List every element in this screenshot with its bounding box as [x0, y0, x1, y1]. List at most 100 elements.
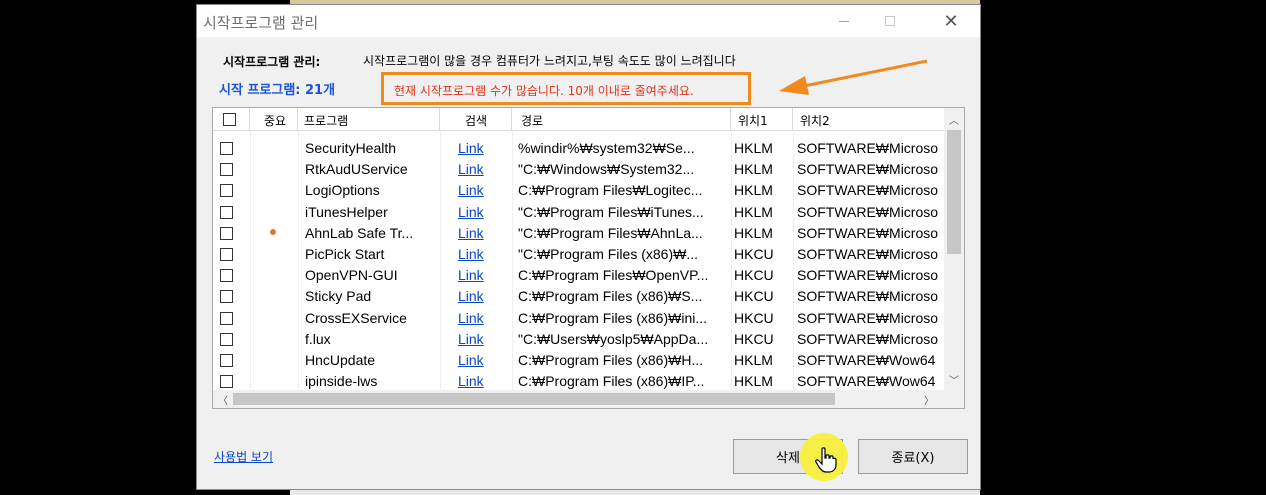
- program-path: C:₩Program Files (x86)₩ini...: [518, 309, 708, 326]
- table-row[interactable]: PicPick Start Link "C:₩Program Files (x86)…: [213, 244, 944, 265]
- search-link[interactable]: Link: [458, 138, 508, 159]
- table-row[interactable]: SecurityHealth Link %windir%₩system32₩Se..…: [213, 138, 944, 159]
- row-checkbox[interactable]: [220, 332, 233, 346]
- table-row[interactable]: f.lux Link "C:₩Users₩yoslp5₩AppDa... HKCU SO…: [213, 329, 944, 350]
- table-row[interactable]: CrossEXService Link C:₩Program Files (x86)…: [213, 308, 944, 329]
- table-row[interactable]: Sticky Pad Link C:₩Program Files (x86)₩S..…: [213, 286, 944, 307]
- location2: SOFTWARE₩Microso: [797, 288, 939, 305]
- table-row[interactable]: iTunesHelper Link "C:₩Program Files₩iTunes…: [213, 202, 944, 223]
- col-header-location1[interactable]: 위치1: [731, 108, 793, 131]
- location1: HKLM: [734, 203, 773, 220]
- location1: HKCU: [734, 288, 774, 305]
- row-checkbox[interactable]: [220, 142, 233, 155]
- location2: SOFTWARE₩Microso: [797, 161, 939, 178]
- program-path: C:₩Program Files (x86)₩IP...: [518, 373, 705, 390]
- program-name: HncUpdate: [305, 352, 376, 368]
- howto-link[interactable]: 사용법 보기: [214, 448, 273, 465]
- search-link[interactable]: Link: [458, 265, 508, 286]
- minimize-icon: [839, 20, 849, 22]
- location1: HKLM: [734, 224, 773, 241]
- col-header-path[interactable]: 경로: [512, 108, 731, 131]
- col-header-important[interactable]: 중요: [250, 108, 298, 131]
- startup-table: 중요 프로그램 검색 경로 위치1 위치2 SecurityHealth Link…: [212, 107, 965, 409]
- row-checkbox[interactable]: [220, 290, 233, 304]
- arrow-annotation-icon: [779, 59, 928, 95]
- minimize-button[interactable]: [821, 5, 867, 37]
- close-icon: ✕: [943, 10, 959, 32]
- location2: SOFTWARE₩Microso: [797, 267, 939, 284]
- program-name: SecurityHealth: [305, 140, 397, 156]
- warning-box: 현재 시작프로그램 수가 많습니다. 10개 이내로 줄여주세요.: [381, 72, 751, 105]
- row-checkbox[interactable]: [220, 311, 233, 325]
- location2: SOFTWARE₩Microso: [797, 140, 939, 156]
- search-link[interactable]: Link: [458, 350, 508, 371]
- table-row[interactable]: RtkAudUService Link "C:₩Windows₩System32..…: [213, 159, 944, 180]
- program-name: OpenVPN-GUI: [305, 267, 398, 284]
- location1: HKLM: [734, 352, 773, 368]
- location2: SOFTWARE₩Microso: [797, 182, 939, 199]
- location1: HKCU: [734, 330, 774, 347]
- horizontal-scroll-thumb[interactable]: [233, 393, 835, 405]
- scroll-up-icon[interactable]: ︿: [944, 110, 964, 128]
- location1: HKLM: [734, 182, 773, 199]
- location2: SOFTWARE₩Microso: [797, 224, 939, 241]
- maximize-button[interactable]: [867, 5, 913, 37]
- search-link[interactable]: Link: [458, 180, 508, 201]
- program-path: "C:₩Program Files₩AhnLa...: [518, 224, 703, 241]
- scroll-left-icon[interactable]: 〈: [213, 390, 233, 408]
- window-title: 시작프로그램 관리: [203, 14, 319, 32]
- table-header: 중요 프로그램 검색 경로 위치1 위치2: [213, 108, 944, 131]
- col-header-select[interactable]: [213, 108, 250, 131]
- location2: SOFTWARE₩Wow64: [797, 352, 936, 368]
- maximize-icon: [885, 16, 895, 26]
- search-link[interactable]: Link: [458, 244, 508, 265]
- table-row[interactable]: AhnLab Safe Tr... Link "C:₩Program Files₩A…: [213, 223, 944, 244]
- scroll-down-icon[interactable]: ﹀: [944, 370, 964, 388]
- program-path: "C:₩Windows₩System32...: [518, 161, 695, 178]
- startup-count: 시작 프로그램: 21개: [219, 83, 336, 98]
- row-checkbox[interactable]: [220, 184, 233, 198]
- scrollbar-corner: [944, 390, 964, 408]
- program-path: C:₩Program Files₩OpenVP...: [518, 267, 709, 284]
- location2: SOFTWARE₩Microso: [797, 246, 939, 262]
- program-path: C:₩Program Files₩Logitec...: [518, 182, 703, 199]
- row-checkbox[interactable]: [220, 163, 233, 177]
- vertical-scroll-thumb[interactable]: [947, 130, 961, 254]
- close-button[interactable]: ✕: [928, 5, 974, 37]
- location2: SOFTWARE₩Microso: [797, 309, 939, 326]
- col-header-search[interactable]: 검색: [440, 108, 512, 131]
- row-checkbox[interactable]: [220, 269, 233, 283]
- col-header-location2[interactable]: 위치2: [793, 108, 944, 131]
- location1: HKLM: [734, 140, 773, 156]
- search-link[interactable]: Link: [458, 202, 508, 223]
- row-checkbox[interactable]: [220, 248, 233, 261]
- program-path: C:₩Program Files (x86)₩S...: [518, 288, 703, 305]
- row-checkbox[interactable]: [220, 205, 233, 219]
- program-name: AhnLab Safe Tr...: [305, 224, 414, 241]
- search-link[interactable]: Link: [458, 159, 508, 180]
- table-row[interactable]: HncUpdate Link C:₩Program Files (x86)₩H...…: [213, 350, 944, 371]
- select-all-checkbox[interactable]: [223, 113, 236, 126]
- col-header-program[interactable]: 프로그램: [298, 108, 440, 131]
- row-checkbox[interactable]: [220, 375, 233, 389]
- search-link[interactable]: Link: [458, 329, 508, 350]
- table-row[interactable]: OpenVPN-GUI Link C:₩Program Files₩OpenVP..…: [213, 265, 944, 286]
- row-checkbox[interactable]: [220, 354, 233, 367]
- search-link[interactable]: Link: [458, 223, 508, 244]
- header-label: 시작프로그램 관리:: [223, 55, 321, 69]
- exit-button[interactable]: 종료(X): [858, 439, 968, 474]
- program-path: C:₩Program Files (x86)₩H...: [518, 352, 704, 368]
- program-name: LogiOptions: [305, 182, 380, 199]
- vertical-scrollbar[interactable]: ︿ ﹀: [944, 108, 964, 390]
- row-checkbox[interactable]: [220, 226, 233, 240]
- table-row[interactable]: ipinside-lws Link C:₩Program Files (x86)₩I…: [213, 371, 944, 390]
- table-row[interactable]: LogiOptions Link C:₩Program Files₩Logitec.…: [213, 180, 944, 201]
- scroll-right-icon[interactable]: 〉: [919, 390, 939, 408]
- search-link[interactable]: Link: [458, 286, 508, 307]
- program-name: RtkAudUService: [305, 161, 408, 178]
- horizontal-scrollbar[interactable]: 〈 〉: [213, 390, 944, 408]
- search-link[interactable]: Link: [458, 371, 508, 390]
- title-bar: 시작프로그램 관리 ✕: [197, 5, 980, 37]
- search-link[interactable]: Link: [458, 308, 508, 329]
- program-name: ipinside-lws: [305, 373, 378, 390]
